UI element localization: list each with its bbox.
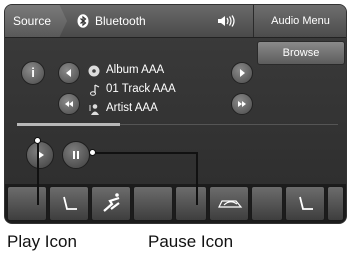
skip-forward-button[interactable] xyxy=(231,93,253,115)
climate-bar xyxy=(5,184,346,223)
audio-menu-button[interactable]: Audio Menu xyxy=(253,5,346,37)
seat-icon xyxy=(63,196,77,210)
progress-track xyxy=(120,124,338,125)
seat-heater-left-button[interactable] xyxy=(49,186,89,221)
seat-heater-right-button[interactable] xyxy=(285,186,325,221)
album-icon xyxy=(88,65,100,77)
play-icon xyxy=(38,151,44,159)
next-button[interactable] xyxy=(231,62,253,84)
pause-callout-line-h xyxy=(96,152,197,154)
prev-icon xyxy=(66,69,71,77)
info-button[interactable]: i xyxy=(21,61,45,85)
album-name: Album AAA xyxy=(106,64,165,76)
play-callout-label: Play Icon xyxy=(7,232,77,251)
pause-callout-label: Pause Icon xyxy=(148,232,234,251)
mode-button[interactable] xyxy=(91,186,131,221)
info-icon: i xyxy=(31,65,35,80)
play-callout-line xyxy=(37,143,39,205)
audio-screen: Source Bluetooth Audio Menu Browse i Alb… xyxy=(4,4,347,224)
pause-icon xyxy=(73,151,79,159)
note-icon xyxy=(90,84,100,96)
climate-button-7[interactable] xyxy=(251,186,283,221)
track-title: 01 Track AAA xyxy=(106,83,176,95)
recirculation-button[interactable] xyxy=(209,186,249,221)
skip-forward-icon xyxy=(238,101,246,107)
artist-name: Artist AAA xyxy=(106,102,158,114)
artist-icon xyxy=(89,104,99,115)
climate-button-5[interactable] xyxy=(175,186,207,221)
seat-icon xyxy=(299,196,313,210)
pause-callout-dot xyxy=(89,149,96,156)
prev-button[interactable] xyxy=(58,62,80,84)
volume-icon[interactable] xyxy=(217,15,237,27)
climate-button-9[interactable] xyxy=(327,186,344,221)
skip-back-icon xyxy=(65,101,73,107)
play-button[interactable] xyxy=(26,141,54,169)
source-name: Bluetooth xyxy=(95,14,146,28)
progress-bar xyxy=(17,123,120,126)
browse-button[interactable]: Browse xyxy=(257,41,345,65)
skip-back-button[interactable] xyxy=(58,93,80,115)
pause-callout-line-v xyxy=(196,152,198,205)
car-icon xyxy=(218,200,243,208)
climate-button-4[interactable] xyxy=(133,186,173,221)
next-icon xyxy=(240,69,245,77)
climate-button-1[interactable] xyxy=(7,186,47,221)
mode-icon xyxy=(103,193,120,212)
source-button[interactable]: Source xyxy=(5,5,67,37)
bluetooth-icon xyxy=(77,14,89,28)
top-bar: Source Bluetooth Audio Menu xyxy=(5,5,346,38)
pause-button[interactable] xyxy=(62,141,90,169)
